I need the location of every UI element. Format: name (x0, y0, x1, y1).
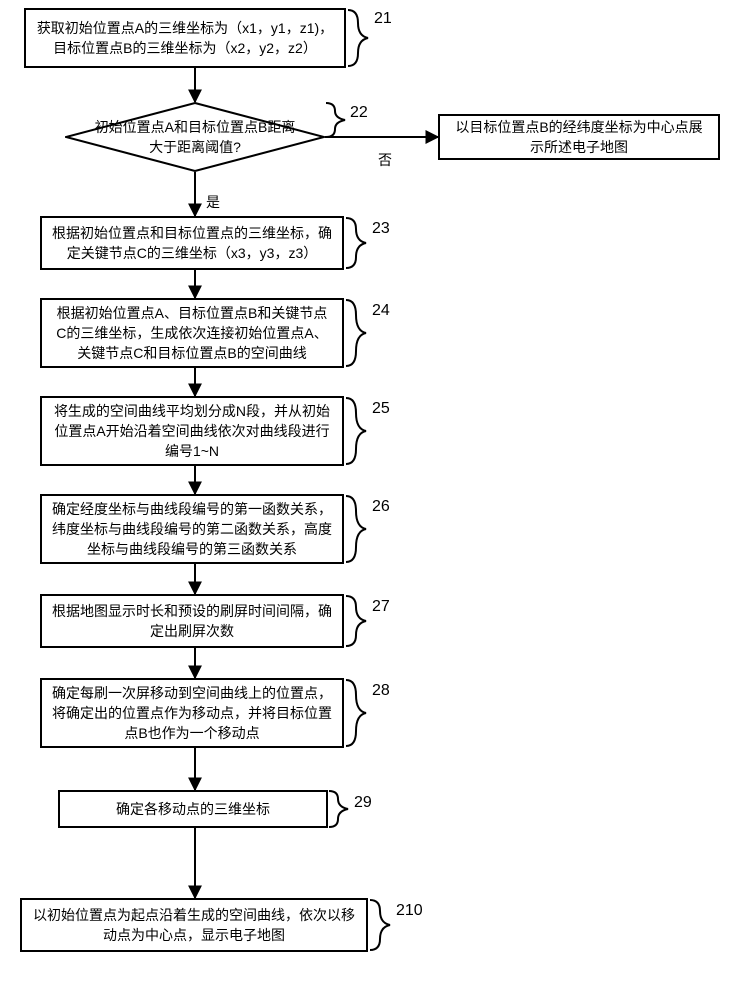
brace-21 (346, 8, 370, 71)
step-29-box: 确定各移动点的三维坐标 (58, 790, 328, 828)
step-210-text: 以初始位置点为起点沿着生成的空间曲线，依次以移动点为中心点，显示电子地图 (32, 905, 356, 946)
brace-210 (368, 898, 392, 955)
label-no: 否 (378, 150, 392, 170)
step-22-num: 22 (350, 104, 368, 122)
label-yes: 是 (206, 192, 220, 212)
brace-22 (325, 102, 347, 141)
step-22-no-result-box: 以目标位置点B的经纬度坐标为中心点展示所述电子地图 (438, 114, 720, 160)
brace-23 (344, 216, 368, 273)
brace-29 (328, 790, 350, 831)
brace-25 (344, 396, 368, 469)
step-21-box: 获取初始位置点A的三维坐标为（x1，y1，z1)，目标位置点B的三维坐标为（x2… (24, 8, 346, 68)
step-28-num: 28 (372, 682, 390, 700)
step-26-num: 26 (372, 498, 390, 516)
step-27-num: 27 (372, 598, 390, 616)
step-27-box: 根据地图显示时长和预设的刷屏时间间隔，确定出刷屏次数 (40, 594, 344, 648)
step-29-num: 29 (354, 794, 372, 812)
step-23-box: 根据初始位置点和目标位置点的三维坐标，确定关键节点C的三维坐标（x3，y3，z3… (40, 216, 344, 270)
step-26-text: 确定经度坐标与曲线段编号的第一函数关系，纬度坐标与曲线段编号的第二函数关系，高度… (52, 499, 332, 560)
step-23-num: 23 (372, 220, 390, 238)
step-22-text: 初始位置点A和目标位置点B距离大于距离阈值? (65, 117, 325, 158)
step-24-text: 根据初始位置点A、目标位置点B和关键节点C的三维坐标，生成依次连接初始位置点A、… (52, 303, 332, 364)
step-210-box: 以初始位置点为起点沿着生成的空间曲线，依次以移动点为中心点，显示电子地图 (20, 898, 368, 952)
step-21-text: 获取初始位置点A的三维坐标为（x1，y1，z1)，目标位置点B的三维坐标为（x2… (36, 18, 334, 59)
brace-26 (344, 494, 368, 567)
step-28-box: 确定每刷一次屏移动到空间曲线上的位置点，将确定出的位置点作为移动点，并将目标位置… (40, 678, 344, 748)
step-27-text: 根据地图显示时长和预设的刷屏时间间隔，确定出刷屏次数 (52, 601, 332, 642)
step-25-text: 将生成的空间曲线平均划分成N段，并从初始位置点A开始沿着空间曲线依次对曲线段进行… (52, 401, 332, 462)
step-22-decision: 初始位置点A和目标位置点B距离大于距离阈值? (65, 102, 325, 172)
step-21-num: 21 (374, 10, 392, 28)
step-29-text: 确定各移动点的三维坐标 (116, 799, 270, 819)
step-24-num: 24 (372, 302, 390, 320)
step-22-no-result-text: 以目标位置点B的经纬度坐标为中心点展示所述电子地图 (450, 117, 708, 158)
step-28-text: 确定每刷一次屏移动到空间曲线上的位置点，将确定出的位置点作为移动点，并将目标位置… (52, 683, 332, 744)
step-24-box: 根据初始位置点A、目标位置点B和关键节点C的三维坐标，生成依次连接初始位置点A、… (40, 298, 344, 368)
step-25-num: 25 (372, 400, 390, 418)
step-210-num: 210 (396, 902, 423, 920)
brace-27 (344, 594, 368, 651)
step-25-box: 将生成的空间曲线平均划分成N段，并从初始位置点A开始沿着空间曲线依次对曲线段进行… (40, 396, 344, 466)
step-26-box: 确定经度坐标与曲线段编号的第一函数关系，纬度坐标与曲线段编号的第二函数关系，高度… (40, 494, 344, 564)
brace-28 (344, 678, 368, 751)
brace-24 (344, 298, 368, 371)
step-23-text: 根据初始位置点和目标位置点的三维坐标，确定关键节点C的三维坐标（x3，y3，z3… (52, 223, 332, 264)
